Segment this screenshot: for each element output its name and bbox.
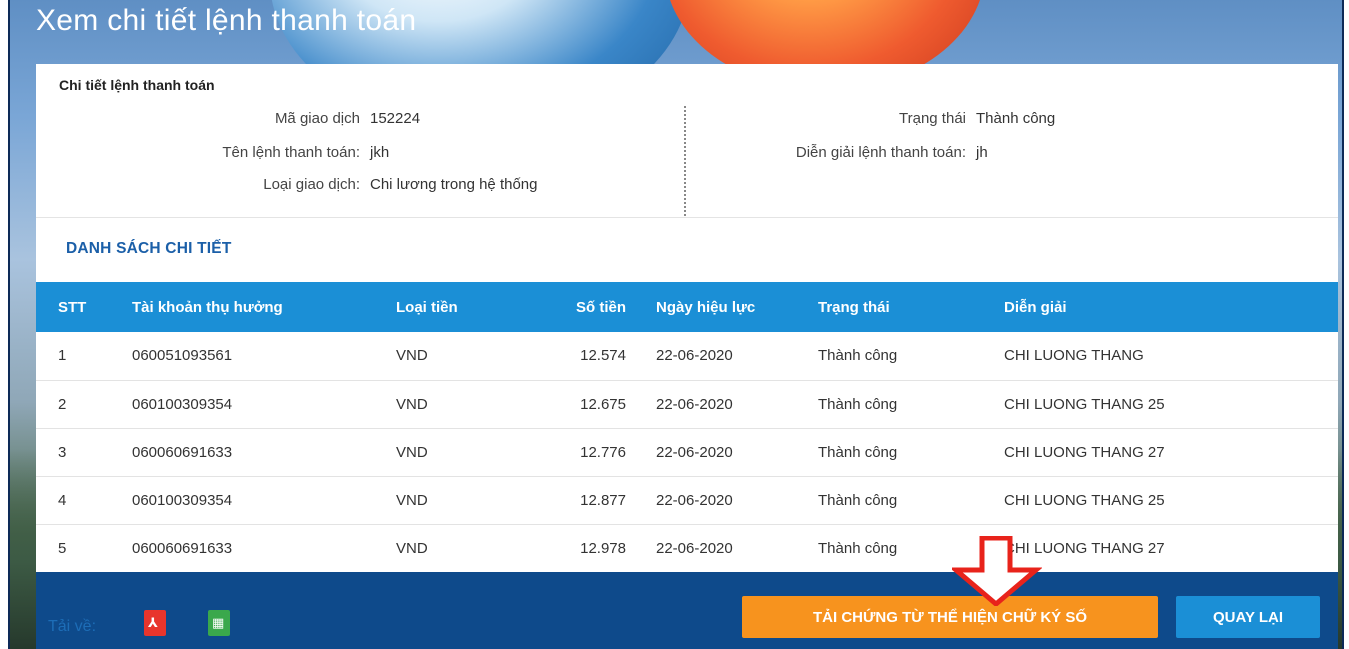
cell-description: CHI LUONG THANG 27 bbox=[1004, 443, 1165, 461]
cell-currency: VND bbox=[396, 443, 428, 461]
cell-account: 060060691633 bbox=[132, 443, 233, 461]
cell-date: 22-06-2020 bbox=[656, 395, 733, 413]
cell-amount: 12.978 bbox=[580, 539, 626, 557]
cell-stt: 2 bbox=[58, 395, 67, 413]
cell-description: CHI LUONG THANG 27 bbox=[1004, 539, 1165, 557]
column-header-description: Diễn giải bbox=[1004, 298, 1067, 316]
cell-account: 060100309354 bbox=[132, 395, 233, 413]
cell-account: 060051093561 bbox=[132, 347, 233, 365]
table-row: 1 060051093561 VND 12.574 22-06-2020 Thà… bbox=[36, 332, 1338, 380]
cell-amount: 12.574 bbox=[580, 347, 626, 365]
cell-description: CHI LUONG THANG 25 bbox=[1004, 395, 1165, 413]
table-row: 2 060100309354 VND 12.675 22-06-2020 Thà… bbox=[36, 380, 1338, 428]
cell-date: 22-06-2020 bbox=[656, 491, 733, 509]
download-label: Tải về: bbox=[48, 618, 97, 635]
detail-panel: Chi tiết lệnh thanh toán Mã giao dịch 15… bbox=[36, 64, 1338, 649]
table-row: 5 060060691633 VND 12.978 22-06-2020 Thà… bbox=[36, 524, 1338, 572]
cell-status: Thành công bbox=[818, 395, 898, 413]
cell-currency: VND bbox=[396, 395, 428, 413]
page-title: Xem chi tiết lệnh thanh toán bbox=[36, 4, 417, 37]
cell-currency: VND bbox=[396, 539, 428, 557]
table-row: 3 060060691633 VND 12.776 22-06-2020 Thà… bbox=[36, 428, 1338, 476]
table-row: 4 060100309354 VND 12.877 22-06-2020 Thà… bbox=[36, 476, 1338, 524]
column-header-beneficiary-account: Tài khoản thụ hưởng bbox=[132, 298, 283, 316]
red-down-arrow-icon bbox=[952, 536, 1042, 606]
back-button[interactable]: QUAY LẠI bbox=[1176, 596, 1320, 638]
cell-date: 22-06-2020 bbox=[656, 347, 733, 365]
info-label: Mã giao dịch bbox=[274, 110, 360, 127]
info-value: jkh bbox=[370, 144, 390, 161]
cell-status: Thành công bbox=[818, 491, 898, 509]
cell-currency: VND bbox=[396, 491, 428, 509]
info-value: jh bbox=[976, 144, 988, 161]
cell-description: CHI LUONG THANG bbox=[1004, 347, 1144, 365]
cell-amount: 12.877 bbox=[580, 491, 626, 509]
cell-amount: 12.776 bbox=[580, 443, 626, 461]
column-header-currency: Loại tiền bbox=[396, 298, 458, 316]
cell-amount: 12.675 bbox=[580, 395, 626, 413]
info-label: Loại giao dịch: bbox=[263, 176, 360, 193]
info-label: Diễn giải lệnh thanh toán: bbox=[795, 144, 966, 161]
cell-account: 060060691633 bbox=[132, 539, 233, 557]
column-header-amount: Số tiền bbox=[575, 298, 626, 316]
info-label: Tên lệnh thanh toán: bbox=[222, 144, 360, 161]
footer-bar: Tải về: ⅄ ▦ TẢI CHỨNG TỪ THỂ HIỆN CHỮ KÝ… bbox=[36, 572, 1338, 649]
cell-stt: 4 bbox=[58, 491, 67, 509]
info-value: Thành công bbox=[976, 110, 1056, 127]
column-header-status: Trạng thái bbox=[818, 298, 890, 316]
pdf-glyph-icon: ⅄ bbox=[148, 616, 158, 631]
cell-date: 22-06-2020 bbox=[656, 443, 733, 461]
cell-stt: 3 bbox=[58, 443, 67, 461]
info-label: Trạng thái bbox=[899, 110, 966, 127]
info-value: Chi lương trong hệ thống bbox=[370, 176, 538, 193]
spreadsheet-glyph-icon: ▦ bbox=[212, 616, 225, 631]
cell-status: Thành công bbox=[818, 443, 898, 461]
pdf-file-icon[interactable]: ⅄ bbox=[144, 610, 166, 636]
info-heading: Chi tiết lệnh thanh toán bbox=[59, 77, 215, 93]
cell-status: Thành công bbox=[818, 347, 898, 365]
column-header-stt: STT bbox=[58, 298, 87, 316]
column-header-effective-date: Ngày hiệu lực bbox=[656, 298, 756, 316]
details-table: STT Tài khoản thụ hưởng Loại tiền Số tiề… bbox=[36, 282, 1338, 573]
info-value: 152224 bbox=[370, 110, 421, 127]
excel-file-icon[interactable]: ▦ bbox=[208, 610, 230, 636]
cell-account: 060100309354 bbox=[132, 491, 233, 509]
cell-description: CHI LUONG THANG 25 bbox=[1004, 491, 1165, 509]
table-header-row: STT Tài khoản thụ hưởng Loại tiền Số tiề… bbox=[36, 282, 1338, 332]
details-title: DANH SÁCH CHI TIẾT bbox=[66, 240, 232, 257]
payment-order-info: Chi tiết lệnh thanh toán Mã giao dịch 15… bbox=[36, 64, 1338, 218]
cell-stt: 1 bbox=[58, 347, 67, 365]
cell-date: 22-06-2020 bbox=[656, 539, 733, 557]
cell-currency: VND bbox=[396, 347, 428, 365]
download-signed-document-button[interactable]: TẢI CHỨNG TỪ THỂ HIỆN CHỮ KÝ SỐ bbox=[742, 596, 1158, 638]
cell-stt: 5 bbox=[58, 539, 67, 557]
